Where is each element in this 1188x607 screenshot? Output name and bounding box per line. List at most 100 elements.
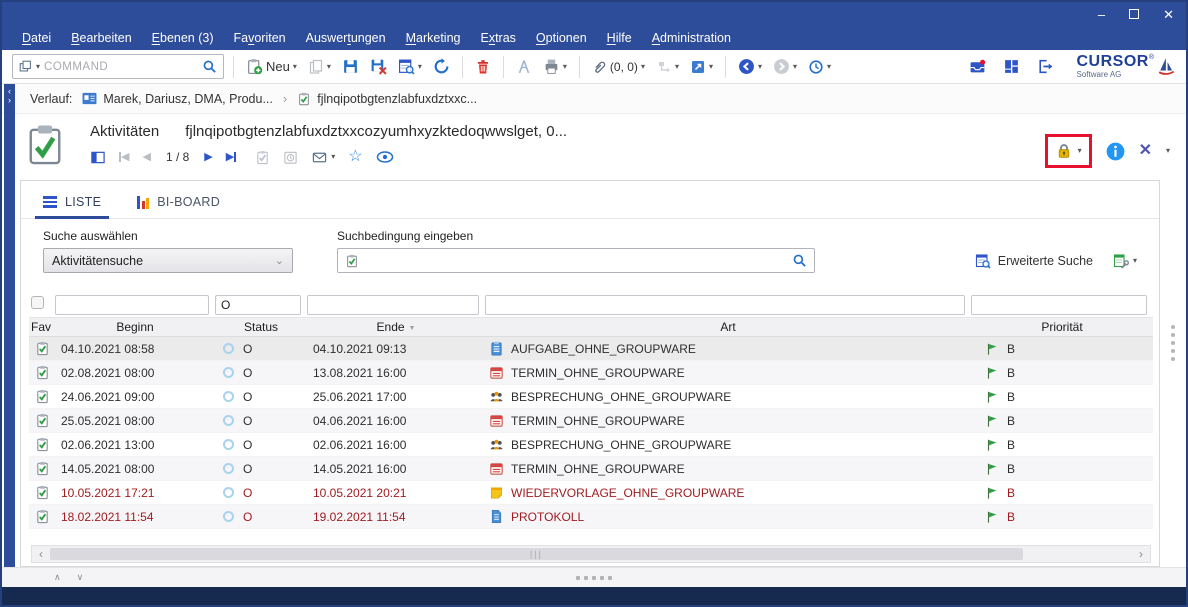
- detail-panel-icon[interactable]: [90, 150, 106, 165]
- collapse-down-icon[interactable]: ∨: [77, 573, 84, 582]
- inbox-notification-icon[interactable]: [968, 58, 987, 75]
- column-header-beginn[interactable]: Beginn: [55, 320, 215, 334]
- validate-button[interactable]: [513, 57, 535, 77]
- scroll-left-icon[interactable]: ‹: [32, 546, 50, 562]
- copy-record-button[interactable]: ▾: [305, 57, 334, 77]
- logout-icon[interactable]: [1036, 58, 1054, 75]
- chevron-down-icon[interactable]: ▾: [1166, 147, 1170, 155]
- fav-cell[interactable]: [29, 461, 55, 476]
- menu-item-ebenen-3[interactable]: Ebenen (3): [142, 31, 224, 45]
- filter-input-prioritaet[interactable]: [971, 295, 1147, 315]
- table-row[interactable]: 10.05.2021 17:21 O 10.05.2021 20:21 WIED…: [29, 481, 1153, 505]
- breadcrumb-item-activity[interactable]: fjlnqipotbgtenzlabfuxdztxxc...: [297, 92, 477, 106]
- filter-input-status[interactable]: [215, 295, 301, 315]
- info-icon[interactable]: [1106, 142, 1125, 161]
- chevron-down-icon[interactable]: ▾: [675, 63, 679, 71]
- back-button[interactable]: ▾: [735, 56, 765, 77]
- fav-cell[interactable]: [29, 365, 55, 380]
- open-new-window-button[interactable]: ▾: [687, 57, 716, 77]
- menu-item-hilfe[interactable]: Hilfe: [597, 31, 642, 45]
- tab-bi-board[interactable]: BI-BOARD: [137, 195, 220, 218]
- menu-item-auswertungen[interactable]: Auswertungen: [296, 31, 396, 45]
- chevron-down-icon[interactable]: ▾: [793, 63, 797, 71]
- right-splitter[interactable]: [1160, 178, 1186, 567]
- chevron-down-icon[interactable]: ▾: [36, 63, 40, 71]
- close-window-button[interactable]: ✕: [1163, 8, 1174, 21]
- chevron-down-icon[interactable]: ▾: [418, 63, 422, 71]
- new-record-button[interactable]: Neu ▾: [243, 56, 300, 77]
- favorites-filter-checkbox[interactable]: [31, 296, 44, 309]
- next-record-button[interactable]: ▶: [204, 152, 212, 163]
- chevron-down-icon[interactable]: ▾: [827, 63, 831, 71]
- filter-input-ende[interactable]: [307, 295, 479, 315]
- table-row[interactable]: 18.02.2021 11:54 O 19.02.2021 11:54 PROT…: [29, 505, 1153, 529]
- fav-cell[interactable]: [29, 341, 55, 356]
- menu-item-optionen[interactable]: Optionen: [526, 31, 597, 45]
- history-button[interactable]: ▾: [805, 57, 834, 77]
- chevron-down-icon[interactable]: ▾: [709, 63, 713, 71]
- bottom-splitter-grip-icon[interactable]: [576, 576, 612, 580]
- scroll-right-icon[interactable]: ›: [1132, 546, 1150, 562]
- close-record-icon[interactable]: ✕: [1139, 143, 1152, 159]
- copy-activity-icon[interactable]: [255, 150, 270, 165]
- table-row[interactable]: 24.06.2021 09:00 O 25.06.2021 17:00 BESP…: [29, 385, 1153, 409]
- filter-input-art[interactable]: [485, 295, 965, 315]
- menu-item-marketing[interactable]: Marketing: [396, 31, 471, 45]
- attachments-button[interactable]: (0, 0) ▾: [589, 57, 648, 76]
- chevron-down-icon[interactable]: ▾: [331, 153, 335, 161]
- column-header-art[interactable]: Art: [485, 320, 971, 334]
- fav-cell[interactable]: [29, 413, 55, 428]
- command-input[interactable]: [44, 61, 198, 73]
- menu-item-administration[interactable]: Administration: [642, 31, 741, 45]
- search-icon[interactable]: [202, 59, 217, 74]
- search-condition-input[interactable]: [365, 254, 786, 268]
- tab-liste[interactable]: LISTE: [43, 195, 101, 218]
- column-header-status[interactable]: Status: [215, 320, 307, 334]
- refresh-button[interactable]: [430, 56, 453, 77]
- minimize-button[interactable]: –: [1098, 8, 1105, 21]
- dashboard-icon[interactable]: [1003, 58, 1020, 75]
- menu-item-datei[interactable]: Datei: [12, 31, 61, 45]
- scrollbar-thumb[interactable]: |||: [50, 548, 1023, 560]
- expand-up-icon[interactable]: ∧: [54, 573, 61, 582]
- collapse-rail[interactable]: ‹ ›: [4, 84, 15, 567]
- splitter-grip-icon[interactable]: [1171, 325, 1175, 361]
- table-settings-button[interactable]: ▾: [1113, 253, 1137, 269]
- workflow-button[interactable]: ▾: [653, 57, 682, 77]
- print-button[interactable]: ▾: [540, 56, 570, 77]
- fav-cell[interactable]: [29, 389, 55, 404]
- archive-clock-icon[interactable]: [283, 150, 298, 165]
- chevron-down-icon[interactable]: ▾: [1078, 147, 1082, 155]
- search-list-button[interactable]: ▾: [395, 56, 425, 77]
- chevron-down-icon[interactable]: ▾: [293, 63, 297, 71]
- maximize-button[interactable]: [1129, 8, 1139, 21]
- column-header-prioritaet[interactable]: Priorität: [971, 320, 1153, 334]
- watch-eye-icon[interactable]: [376, 150, 394, 164]
- breadcrumb-item-contact[interactable]: Marek, Dariusz, DMA, Produ...: [82, 92, 273, 106]
- advanced-search-button[interactable]: Erweiterte Suche: [975, 253, 1093, 269]
- menu-item-extras[interactable]: Extras: [470, 31, 525, 45]
- fav-cell[interactable]: [29, 509, 55, 524]
- forward-button[interactable]: ▾: [770, 56, 800, 77]
- column-header-ende[interactable]: Ende▼: [307, 320, 485, 334]
- horizontal-scrollbar[interactable]: ‹ ||| ›: [31, 545, 1151, 563]
- fav-cell[interactable]: [29, 485, 55, 500]
- table-row[interactable]: 02.08.2021 08:00 O 13.08.2021 16:00 TERM…: [29, 361, 1153, 385]
- last-record-button[interactable]: ▶: [226, 152, 236, 163]
- table-row[interactable]: 14.05.2021 08:00 O 14.05.2021 16:00 TERM…: [29, 457, 1153, 481]
- table-row[interactable]: 02.06.2021 13:00 O 02.06.2021 16:00 BESP…: [29, 433, 1153, 457]
- chevron-down-icon[interactable]: ▾: [1133, 257, 1137, 265]
- chevron-right-icon[interactable]: ›: [8, 96, 11, 105]
- favorite-star-icon[interactable]: ☆: [348, 149, 362, 165]
- previous-record-button[interactable]: ◀: [142, 152, 150, 163]
- lock-icon[interactable]: [1055, 142, 1073, 160]
- fav-cell[interactable]: [29, 437, 55, 452]
- table-row[interactable]: 25.05.2021 08:00 O 04.06.2021 16:00 TERM…: [29, 409, 1153, 433]
- delete-button[interactable]: [472, 57, 494, 77]
- search-icon[interactable]: [792, 253, 807, 268]
- send-email-button[interactable]: ▾: [311, 150, 335, 165]
- menu-item-bearbeiten[interactable]: Bearbeiten: [61, 31, 141, 45]
- search-select[interactable]: Aktivitätensuche ⌄: [43, 248, 293, 273]
- chevron-down-icon[interactable]: ▾: [327, 63, 331, 71]
- chevron-down-icon[interactable]: ▾: [641, 63, 645, 71]
